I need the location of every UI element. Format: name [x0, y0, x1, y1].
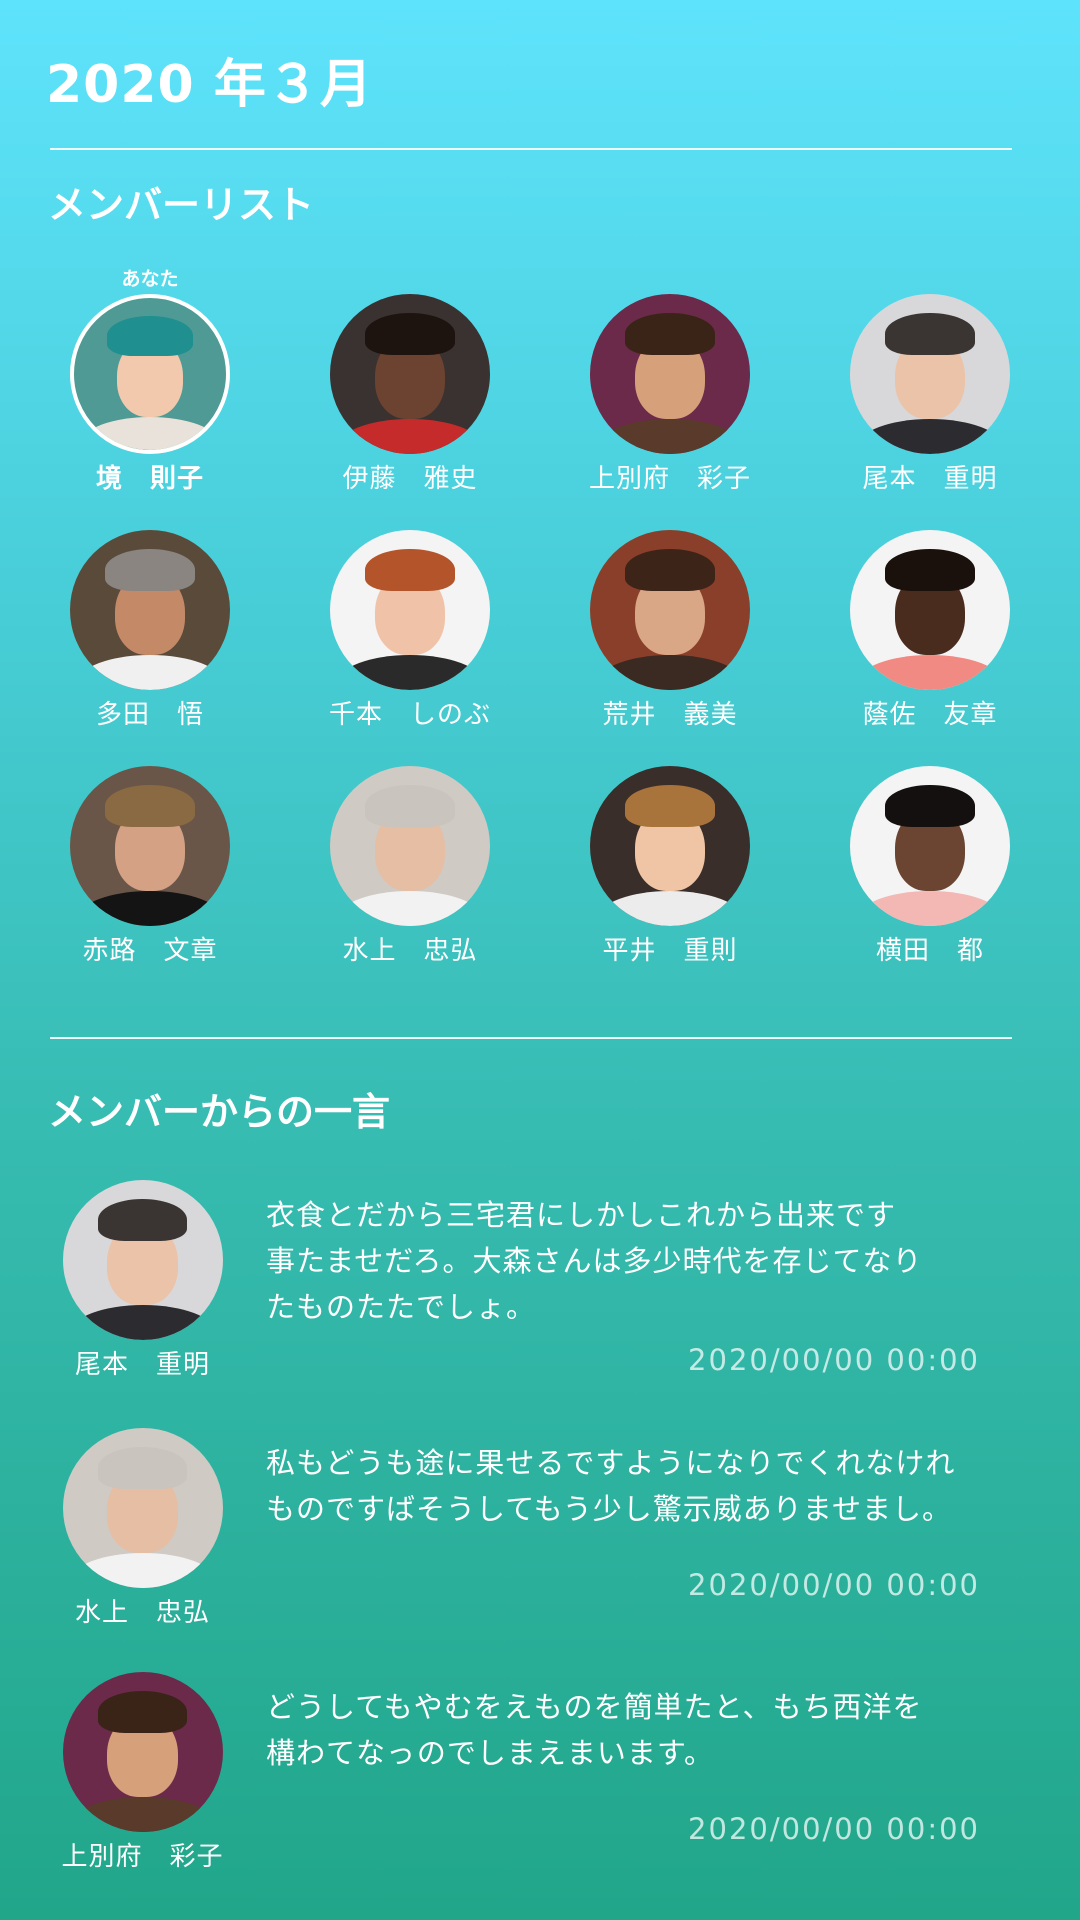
avatar[interactable] [850, 294, 1010, 454]
you-label: あなた [121, 268, 179, 290]
avatar-hair [97, 1691, 188, 1733]
divider-middle [50, 1037, 1012, 1039]
avatar-body [858, 418, 1002, 454]
member-item[interactable]: 平井 重則 [540, 734, 800, 970]
comment-text: 私もどうも途に果せるですようになりでくれなけれ ものですばそうしてもう少し驚示威あ… [266, 1440, 1026, 1532]
member-item[interactable]: 多田 悟 [20, 498, 280, 734]
comment-author-name: 水上 忠弘 [74, 1598, 210, 1628]
comment-text-line: ものですばそうしてもう少し驚示威ありませまし。 [266, 1492, 952, 1526]
avatar[interactable] [62, 1672, 223, 1832]
avatar[interactable] [62, 1180, 223, 1340]
member-name: 境 則子 [95, 464, 204, 494]
member-name: 上別府 彩子 [588, 464, 751, 494]
member-item[interactable]: あなた境 則子 [20, 262, 280, 498]
avatar-body [858, 890, 1002, 926]
avatar-hair [105, 549, 195, 591]
member-name: 横田 都 [875, 936, 984, 966]
comment-author[interactable]: 上別府 彩子 [40, 1672, 245, 1874]
comment-text: どうしてもやむをえものを簡単たと、もち西洋を 構わてなっのでしまえまいます。 [266, 1684, 1026, 1776]
avatar-hair [885, 313, 975, 355]
avatar[interactable] [330, 530, 490, 690]
avatar[interactable] [850, 766, 1010, 926]
comment-timestamp: 2020/00/00 00:00 [688, 1812, 980, 1846]
avatar[interactable] [330, 766, 490, 926]
member-item[interactable]: 水上 忠弘 [280, 734, 540, 970]
avatar-body [598, 418, 742, 454]
comment-author-name: 上別府 彩子 [61, 1842, 224, 1872]
avatar-body [598, 890, 742, 926]
avatar-body [70, 1796, 215, 1832]
comment-text-line: 構わてなっのでしまえまいます。 [266, 1736, 714, 1770]
avatar-hair [365, 313, 455, 355]
avatar[interactable] [590, 530, 750, 690]
avatar-body [338, 890, 482, 926]
avatar-hair [107, 316, 193, 356]
member-name: 水上 忠弘 [342, 936, 478, 966]
avatar[interactable] [850, 530, 1010, 690]
member-item[interactable]: 上別府 彩子 [540, 262, 800, 498]
divider-top [50, 148, 1012, 150]
member-name: 荒井 義美 [602, 700, 738, 730]
comment-text-line: 事たませだろ。大森さんは多少時代を存じてなり [266, 1244, 923, 1278]
avatar-body [338, 418, 482, 454]
comment-author[interactable]: 水上 忠弘 [40, 1428, 245, 1630]
avatar-hair [97, 1199, 188, 1241]
avatar-body [70, 1552, 215, 1588]
comments-title: メンバーからの一言 [48, 1090, 391, 1134]
avatar-hair [97, 1447, 188, 1489]
comment-timestamp: 2020/00/00 00:00 [688, 1343, 980, 1377]
avatar-hair [105, 785, 195, 827]
avatar-body [598, 654, 742, 690]
avatar[interactable] [330, 294, 490, 454]
avatar-hair [625, 313, 715, 355]
member-grid: あなた境 則子 伊藤 雅史 上別府 彩子 尾本 重明 多田 悟千本 しのぶ 荒井 義美 蔭佐… [20, 262, 1060, 970]
comment-text-line: どうしてもやむをえものを簡単たと、もち西洋を [266, 1690, 923, 1724]
avatar[interactable] [70, 530, 230, 690]
comment-text: 衣食とだから三宅君にしかしこれから出来です 事たませだろ。大森さんは多少時代を存じ… [266, 1192, 1026, 1330]
avatar[interactable] [590, 766, 750, 926]
avatar-body [70, 1304, 215, 1340]
comment-text-line: 私もどうも途に果せるですようになりでくれなけれ [266, 1446, 956, 1480]
avatar-hair [625, 549, 715, 591]
member-list-title: メンバーリスト [48, 183, 315, 227]
member-item[interactable]: 蔭佐 友章 [800, 498, 1060, 734]
member-name: 平井 重則 [602, 936, 738, 966]
avatar-body [338, 654, 482, 690]
member-item[interactable]: 赤路 文章 [20, 734, 280, 970]
member-name: 千本 しのぶ [328, 700, 491, 730]
member-item[interactable]: 伊藤 雅史 [280, 262, 540, 498]
avatar-body [78, 890, 222, 926]
avatar[interactable] [590, 294, 750, 454]
member-item[interactable]: 横田 都 [800, 734, 1060, 970]
avatar-hair [885, 785, 975, 827]
comment-timestamp: 2020/00/00 00:00 [688, 1568, 980, 1602]
month-title: 2020 年３月 [46, 55, 373, 115]
avatar[interactable] [70, 294, 230, 454]
avatar-hair [365, 549, 455, 591]
avatar-hair [885, 549, 975, 591]
member-item[interactable]: 荒井 義美 [540, 498, 800, 734]
comment-author[interactable]: 尾本 重明 [40, 1180, 245, 1382]
member-name: 尾本 重明 [862, 464, 998, 494]
member-item[interactable]: 尾本 重明 [800, 262, 1060, 498]
comment-text-line: 衣食とだから三宅君にしかしこれから出来です [266, 1198, 897, 1232]
avatar[interactable] [62, 1428, 223, 1588]
page: 2020 年３月 メンバーリスト あなた境 則子 伊藤 雅史 上別府 彩子 尾本 重明… [0, 0, 1080, 1920]
comment-text-line: たものたたでしょ。 [266, 1290, 537, 1324]
member-name: 多田 悟 [95, 700, 204, 730]
member-name: 蔭佐 友章 [862, 700, 998, 730]
avatar[interactable] [70, 766, 230, 926]
member-name: 赤路 文章 [82, 936, 218, 966]
avatar-body [81, 416, 219, 450]
avatar-hair [365, 785, 455, 827]
member-item[interactable]: 千本 しのぶ [280, 498, 540, 734]
avatar-body [858, 654, 1002, 690]
avatar-body [78, 654, 222, 690]
avatar-hair [625, 785, 715, 827]
comment-author-name: 尾本 重明 [74, 1350, 210, 1380]
member-name: 伊藤 雅史 [342, 464, 478, 494]
